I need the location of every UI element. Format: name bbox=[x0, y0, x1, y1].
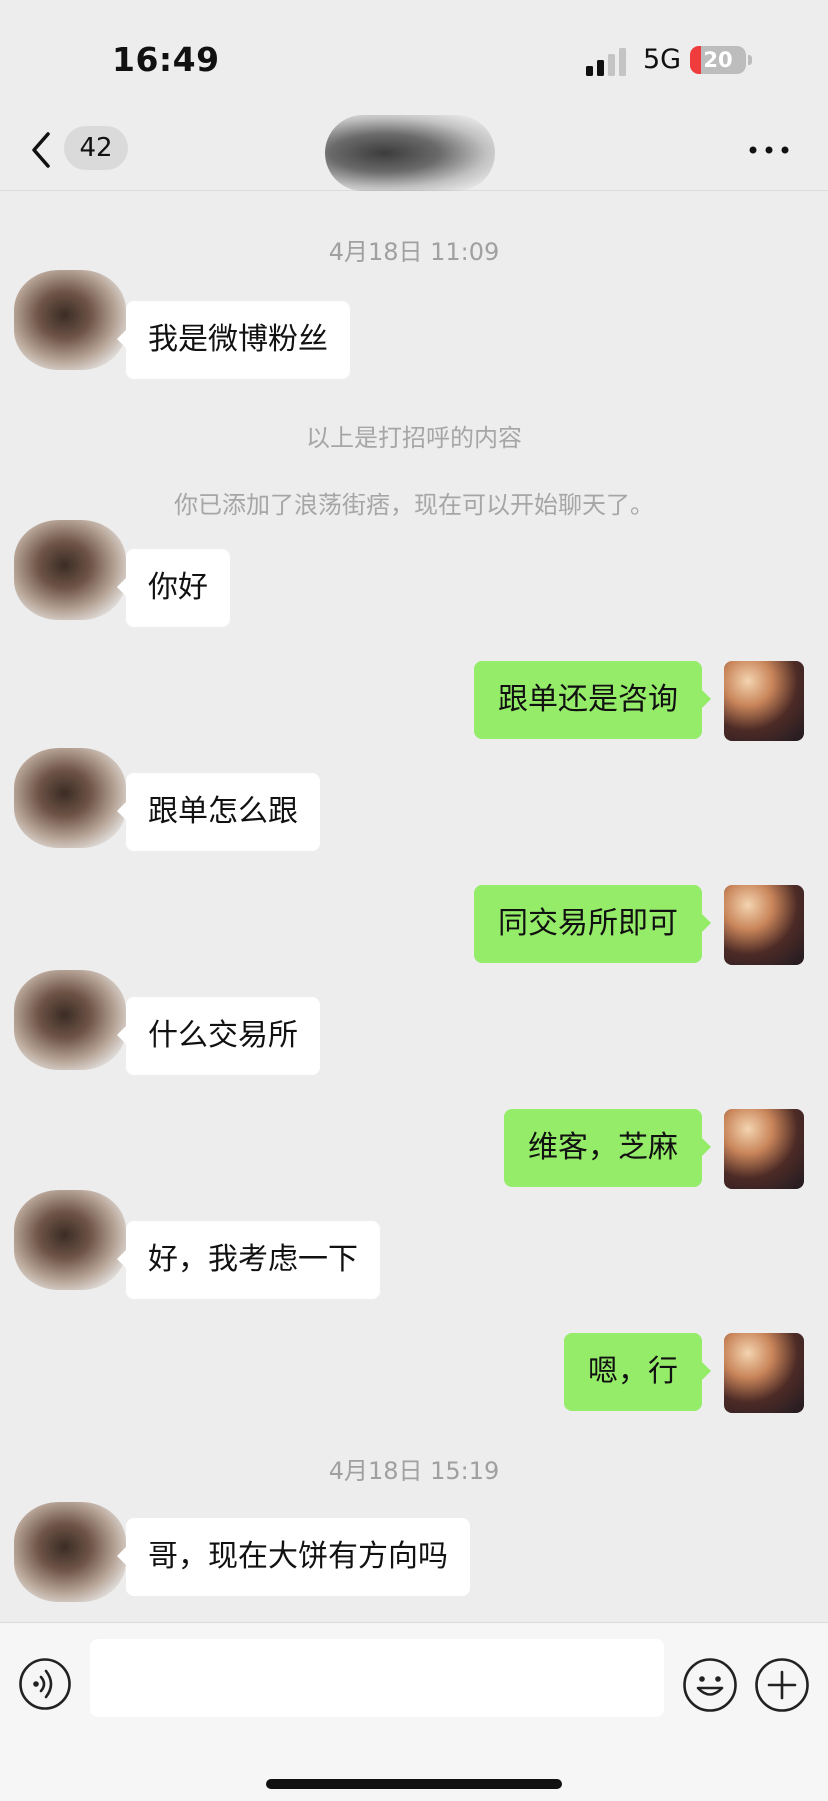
message-input[interactable] bbox=[90, 1639, 664, 1717]
outgoing-message[interactable]: 嗯，行 bbox=[564, 1333, 711, 1411]
input-bar bbox=[0, 1622, 828, 1801]
incoming-message[interactable]: 哥，现在大饼有方向吗 bbox=[117, 1518, 470, 1596]
incoming-message[interactable]: 什么交易所 bbox=[117, 997, 320, 1075]
outgoing-message[interactable]: 跟单还是咨询 bbox=[474, 661, 711, 739]
status-bar: 16:49 5G 20 bbox=[0, 0, 828, 110]
contact-avatar[interactable] bbox=[14, 970, 126, 1070]
contact-avatar[interactable] bbox=[14, 1190, 126, 1290]
time-divider: 4月18日 11:09 bbox=[328, 238, 500, 266]
home-indicator[interactable] bbox=[266, 1779, 562, 1789]
incoming-message[interactable]: 好，我考虑一下 bbox=[117, 1221, 380, 1299]
contact-avatar[interactable] bbox=[14, 748, 126, 848]
my-avatar[interactable] bbox=[724, 661, 804, 741]
emoji-icon[interactable] bbox=[682, 1657, 738, 1713]
more-dots-icon[interactable] bbox=[744, 132, 794, 168]
time-divider: 4月18日 15:19 bbox=[328, 1457, 500, 1485]
contact-avatar[interactable] bbox=[14, 520, 126, 620]
plus-icon[interactable] bbox=[754, 1657, 810, 1713]
battery-cap bbox=[748, 55, 752, 65]
status-time: 16:49 bbox=[112, 40, 220, 79]
my-avatar[interactable] bbox=[724, 1333, 804, 1413]
system-message: 你已添加了浪荡街痞，现在可以开始聊天了。 bbox=[174, 491, 654, 519]
incoming-message[interactable]: 跟单怎么跟 bbox=[117, 773, 320, 851]
battery-icon: 20 bbox=[690, 46, 746, 74]
my-avatar[interactable] bbox=[724, 885, 804, 965]
voice-icon[interactable] bbox=[18, 1657, 72, 1711]
signal-icon bbox=[586, 48, 626, 76]
unread-count-badge[interactable]: 42 bbox=[64, 126, 128, 170]
system-message: 以上是打招呼的内容 bbox=[306, 424, 522, 452]
chat-header: 42 bbox=[0, 110, 828, 191]
contact-avatar[interactable] bbox=[14, 1502, 126, 1602]
incoming-message[interactable]: 我是微博粉丝 bbox=[117, 301, 350, 379]
outgoing-message[interactable]: 同交易所即可 bbox=[474, 885, 711, 963]
battery-percent: 20 bbox=[703, 48, 733, 72]
contact-avatar[interactable] bbox=[14, 270, 126, 370]
incoming-message[interactable]: 你好 bbox=[117, 549, 230, 627]
network-type: 5G bbox=[643, 44, 682, 75]
chevron-left-icon[interactable] bbox=[22, 126, 62, 174]
outgoing-message[interactable]: 维客，芝麻 bbox=[504, 1109, 711, 1187]
my-avatar[interactable] bbox=[724, 1109, 804, 1189]
contact-name-redacted bbox=[325, 115, 495, 191]
